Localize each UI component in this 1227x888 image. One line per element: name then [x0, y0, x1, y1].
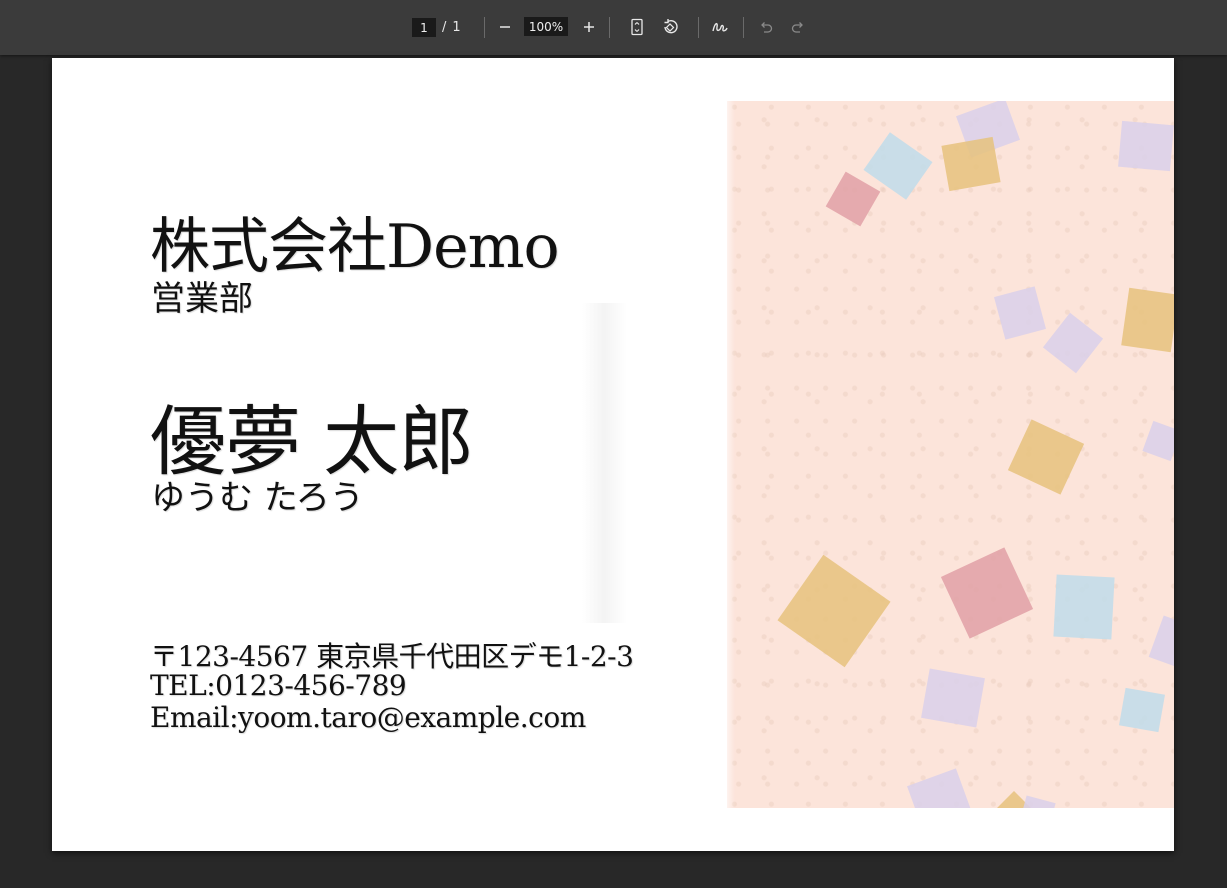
- zoom-out-button[interactable]: [492, 14, 518, 40]
- rotate-icon: [664, 19, 678, 34]
- redo-button[interactable]: [785, 14, 811, 40]
- toolbar-divider: [609, 17, 610, 38]
- decorative-paper-image: [727, 101, 1174, 808]
- page-number-input[interactable]: [412, 18, 436, 37]
- page-nav: / 1: [412, 0, 461, 55]
- zoom-in-button[interactable]: [576, 14, 602, 40]
- rotate-button[interactable]: [657, 14, 683, 40]
- draw-button[interactable]: [707, 14, 733, 40]
- page-total: 1: [452, 20, 461, 35]
- department-name: 営業部: [151, 279, 253, 319]
- redo-icon: [791, 22, 803, 33]
- fit-page-icon: [631, 18, 643, 36]
- confetti-square: [1118, 120, 1174, 172]
- undo-icon: [761, 22, 773, 33]
- page-artifact: [582, 303, 627, 623]
- fit-page-button[interactable]: [624, 14, 650, 40]
- paper-torn-edge: [727, 101, 735, 808]
- minus-icon: [500, 26, 510, 28]
- plus-icon: [584, 22, 594, 32]
- confetti-square: [1119, 687, 1165, 733]
- zoom-level-input[interactable]: [524, 17, 568, 36]
- confetti-square: [1121, 287, 1174, 353]
- telephone: TEL:0123-456-789: [150, 669, 407, 702]
- email-address: Email:yoom.taro@example.com: [150, 701, 586, 734]
- toolbar-divider: [484, 17, 485, 38]
- confetti-square: [921, 668, 985, 728]
- pdf-page: 株式会社Demo 営業部 優夢 太郎 ゆうむ たろう 〒123-4567 東京県…: [52, 58, 1174, 851]
- toolbar-divider: [698, 17, 699, 38]
- confetti-square: [1053, 574, 1115, 640]
- page-separator: /: [442, 20, 447, 35]
- person-name-kana: ゆうむ たろう: [151, 478, 364, 518]
- undo-button[interactable]: [753, 14, 779, 40]
- confetti-square: [941, 136, 1001, 192]
- toolbar-divider: [743, 17, 744, 38]
- draw-icon: [712, 22, 728, 32]
- pdf-toolbar: / 1: [0, 0, 1227, 55]
